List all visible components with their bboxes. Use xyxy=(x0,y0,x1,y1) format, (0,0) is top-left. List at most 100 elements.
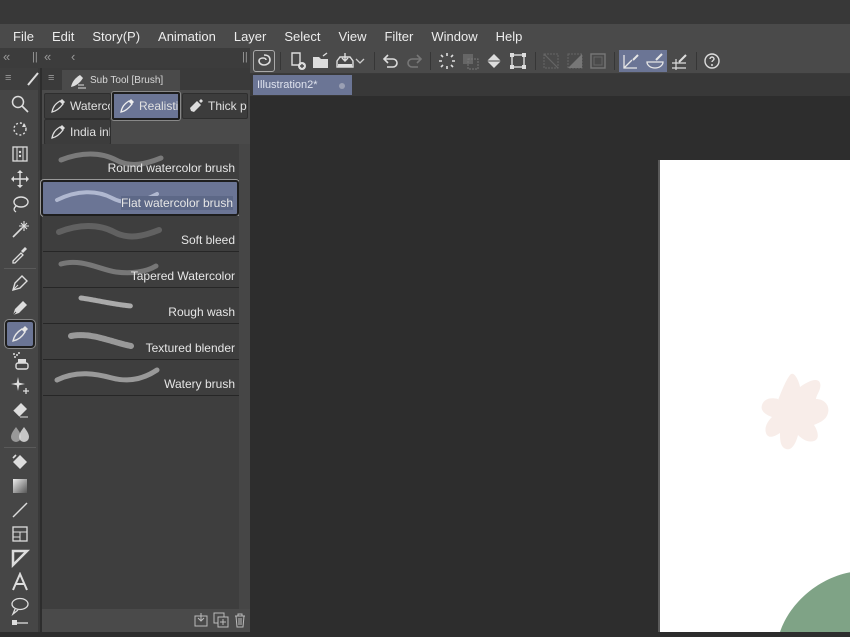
tool-operation[interactable] xyxy=(6,117,34,141)
special-ruler-snap-icon xyxy=(646,53,664,69)
invert-selection-button[interactable] xyxy=(459,50,481,72)
help-button[interactable] xyxy=(701,50,723,72)
pen-tab-icon[interactable] xyxy=(26,71,40,87)
move-icon xyxy=(11,170,29,188)
fill-button[interactable] xyxy=(483,50,505,72)
vertical-scrollbar[interactable] xyxy=(239,144,250,614)
tool-gradient[interactable] xyxy=(6,474,34,498)
duplicate-sub-tool-button[interactable] xyxy=(213,612,229,628)
panel-menu-icon[interactable]: ≡ xyxy=(48,72,54,84)
panel-grip-right[interactable]: || xyxy=(242,51,248,63)
tool-auto-select[interactable] xyxy=(6,217,34,241)
delete-sub-tool-button[interactable] xyxy=(232,612,248,628)
tool-blend[interactable] xyxy=(6,421,34,445)
tool-ruler[interactable] xyxy=(6,546,34,570)
hide-selection-button[interactable] xyxy=(540,50,562,72)
sub-tool-item[interactable]: Textured blender xyxy=(43,324,239,360)
save-button[interactable] xyxy=(334,50,356,72)
sub-tool-item[interactable]: Watery brush xyxy=(43,360,239,396)
tool-decoration[interactable] xyxy=(6,373,34,397)
menu-select[interactable]: Select xyxy=(275,29,329,44)
menu-window[interactable]: Window xyxy=(422,29,486,44)
tool-line-correction[interactable] xyxy=(6,616,34,632)
clip-button[interactable] xyxy=(564,50,586,72)
import-sub-tool-button[interactable] xyxy=(193,612,209,628)
save-dropdown-button[interactable] xyxy=(354,50,366,72)
group-watercolor[interactable]: Waterco xyxy=(44,93,111,119)
sub-tool-item[interactable]: Rough wash xyxy=(43,288,239,324)
border-button[interactable] xyxy=(587,50,609,72)
redo-button[interactable] xyxy=(403,50,425,72)
sub-tool-list: Round watercolor brush Flat watercolor b… xyxy=(41,144,239,396)
tool-lasso[interactable] xyxy=(6,192,34,216)
sub-tool-tab[interactable]: Sub Tool [Brush] xyxy=(62,70,180,90)
group-realistic[interactable]: Realistic xyxy=(112,92,180,120)
menu-story[interactable]: Story(P) xyxy=(83,29,149,44)
tool-move[interactable] xyxy=(6,167,34,191)
sub-tool-item[interactable]: Tapered Watercolor xyxy=(43,252,239,288)
menu-help[interactable]: Help xyxy=(487,29,532,44)
stroke-preview xyxy=(54,367,160,383)
command-bar xyxy=(250,48,850,74)
tool-brush[interactable] xyxy=(5,320,35,348)
eraser-icon xyxy=(12,403,28,418)
tool-move-layer[interactable] xyxy=(6,142,34,166)
collapse-all-button[interactable]: « xyxy=(3,49,10,64)
tool-text[interactable] xyxy=(6,570,34,594)
tool-zoom[interactable] xyxy=(6,92,34,116)
clear-selection-button[interactable] xyxy=(436,50,458,72)
tool-airbrush[interactable] xyxy=(6,349,34,373)
sub-tool-item[interactable]: Round watercolor brush xyxy=(43,144,239,180)
menu-view[interactable]: View xyxy=(330,29,376,44)
document-tab[interactable]: Illustration2* xyxy=(253,75,352,95)
brush-icon xyxy=(12,326,28,342)
new-canvas-button[interactable] xyxy=(287,50,309,72)
sub-tool-item[interactable]: Soft bleed xyxy=(43,216,239,252)
transform-button[interactable] xyxy=(507,50,529,72)
special-ruler-snap-button[interactable] xyxy=(643,50,667,72)
open-button[interactable] xyxy=(310,50,332,72)
menu-bar: File Edit Story(P) Animation Layer Selec… xyxy=(0,24,850,48)
gradient-icon xyxy=(13,479,27,493)
group-india-ink[interactable]: India ink xyxy=(44,119,111,145)
menu-file[interactable]: File xyxy=(4,29,43,44)
sub-tool-item-selected[interactable]: Flat watercolor brush xyxy=(41,180,239,216)
leaf-shape xyxy=(780,572,850,632)
clip-studio-button[interactable] xyxy=(253,50,275,72)
border-icon xyxy=(590,53,606,69)
tool-eyedropper[interactable] xyxy=(6,242,34,266)
menu-layer[interactable]: Layer xyxy=(225,29,276,44)
magic-wand-icon xyxy=(12,221,29,238)
grid-snap-button[interactable] xyxy=(669,50,691,72)
tool-fill[interactable] xyxy=(6,450,34,474)
pen-icon xyxy=(11,275,28,292)
group-thick-paint[interactable]: Thick pa xyxy=(182,93,248,119)
collapse-button[interactable]: « xyxy=(44,49,51,64)
tool-pencil[interactable] xyxy=(6,296,34,320)
menu-filter[interactable]: Filter xyxy=(375,29,422,44)
sub-tool-footer xyxy=(42,609,250,632)
back-button[interactable]: ‹ xyxy=(71,49,75,64)
help-icon xyxy=(704,53,720,69)
tool-eraser[interactable] xyxy=(6,397,34,421)
tab-close-icon[interactable] xyxy=(339,83,345,89)
palette-menu-icon[interactable]: ≡ xyxy=(5,72,11,84)
eyedropper-icon xyxy=(12,247,27,264)
undo-icon xyxy=(382,54,398,68)
canvas-paper[interactable] xyxy=(658,160,850,632)
new-canvas-icon xyxy=(291,52,306,70)
hide-selection-icon xyxy=(543,53,559,69)
tool-palette-header: ≡ xyxy=(0,68,40,90)
tool-frame-border[interactable] xyxy=(6,522,34,546)
ruler-snap-button[interactable] xyxy=(619,50,643,72)
panel-grip[interactable]: || xyxy=(32,51,38,63)
line-correction-icon xyxy=(12,620,28,625)
transform-icon xyxy=(510,53,526,69)
menu-edit[interactable]: Edit xyxy=(43,29,83,44)
tool-pen[interactable] xyxy=(6,271,34,295)
tool-figure[interactable] xyxy=(6,498,34,522)
menu-animation[interactable]: Animation xyxy=(149,29,225,44)
undo-button[interactable] xyxy=(380,50,402,72)
grid-snap-icon xyxy=(672,54,687,70)
move-layer-icon xyxy=(12,146,28,162)
